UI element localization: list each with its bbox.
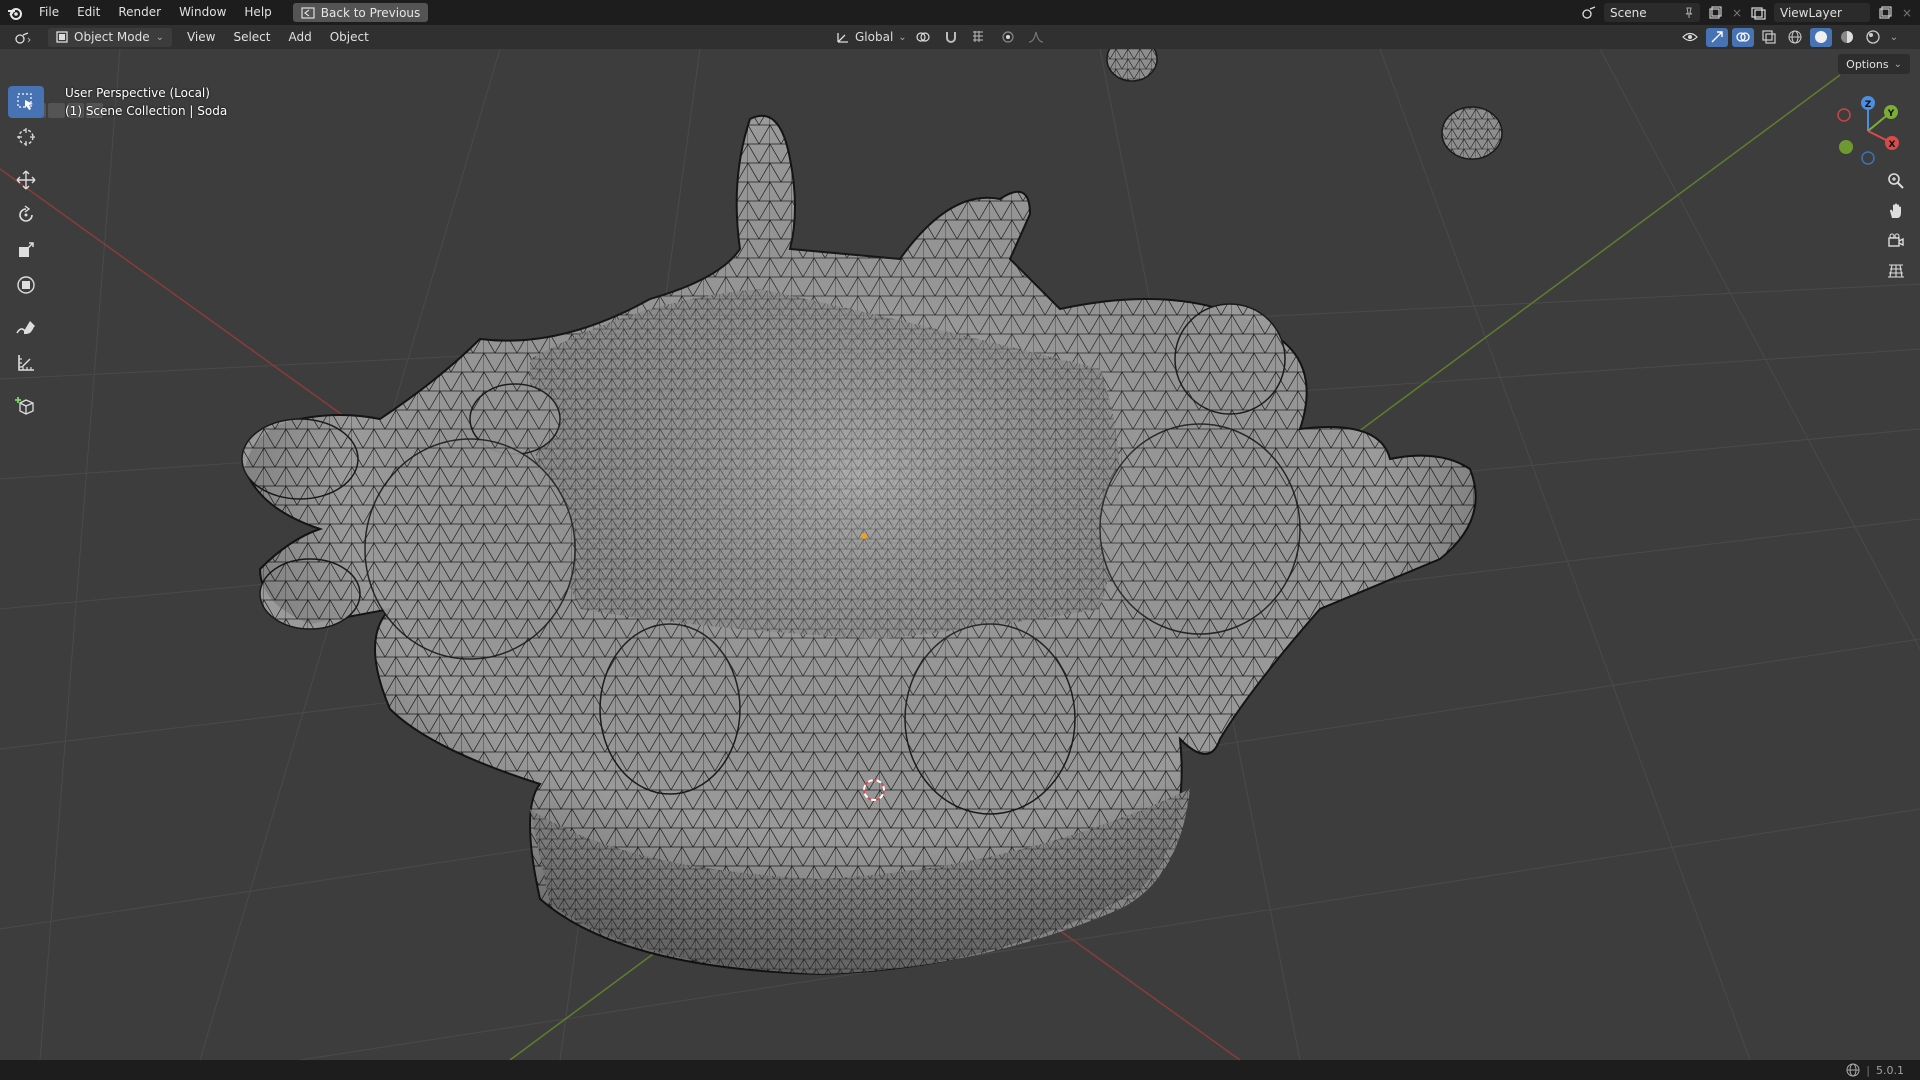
add-cube-icon <box>15 397 34 415</box>
header-menu-view[interactable]: View <box>178 30 224 44</box>
xray-toggle-icon[interactable] <box>1758 28 1780 47</box>
move-icon <box>16 170 36 190</box>
status-separator: | <box>1866 1063 1870 1077</box>
network-globe-icon <box>1846 1063 1860 1077</box>
cursor-tool[interactable] <box>8 121 44 153</box>
navigation-gizmo[interactable]: Z Y X <box>1828 91 1908 171</box>
object-origin-marker <box>861 533 867 539</box>
scale-tool[interactable] <box>8 234 44 266</box>
menu-help[interactable]: Help <box>235 0 280 25</box>
transform-tool[interactable] <box>8 269 44 301</box>
new-viewlayer-icon[interactable] <box>1874 3 1896 22</box>
gizmo-toggle-icon[interactable] <box>1706 27 1728 47</box>
solid-shading-icon[interactable] <box>1810 27 1832 47</box>
gizmo-y-label: Y <box>1887 109 1895 119</box>
top-right-controls: Scene × ViewLayer × <box>1578 0 1920 25</box>
cursor-icon <box>17 128 35 146</box>
pivot-point-icon[interactable] <box>913 28 935 47</box>
scene-name: Scene <box>1610 5 1647 20</box>
annotate-tool[interactable] <box>8 312 44 344</box>
back-icon <box>301 6 315 19</box>
annotate-icon <box>16 321 35 334</box>
overlays-toggle-icon[interactable] <box>1732 27 1754 47</box>
object-mode-label: Object Mode <box>74 30 150 44</box>
scene-field[interactable]: Scene <box>1604 3 1700 22</box>
menu-render[interactable]: Render <box>109 0 170 25</box>
options-label: Options <box>1846 57 1889 71</box>
floating-blob <box>1441 106 1503 160</box>
measure-icon <box>18 355 34 371</box>
options-dropdown[interactable]: Options ⌄ <box>1838 54 1910 74</box>
rotate-icon <box>19 205 33 222</box>
move-tool[interactable] <box>8 164 44 196</box>
measure-tool[interactable] <box>8 347 44 379</box>
viewlayer-name: ViewLayer <box>1780 5 1842 20</box>
editor-type-icon[interactable] <box>12 28 34 47</box>
chevron-down-icon[interactable]: ⌄ <box>1888 28 1900 47</box>
header-menu-select[interactable]: Select <box>224 30 279 44</box>
pan-hand-icon[interactable] <box>1882 198 1910 224</box>
back-to-previous-label: Back to Previous <box>320 5 421 20</box>
top-bar: File Edit Render Window Help Back to Pre… <box>0 0 1920 25</box>
proportional-editing-icon[interactable] <box>997 28 1019 47</box>
blender-logo-icon[interactable] <box>0 0 30 25</box>
menu-edit[interactable]: Edit <box>68 0 109 25</box>
material-shading-icon[interactable] <box>1836 28 1858 47</box>
menu-file[interactable]: File <box>30 0 68 25</box>
delete-viewlayer-icon[interactable]: × <box>1900 3 1914 22</box>
header-menu-add[interactable]: Add <box>280 30 321 44</box>
viewport-shading-controls: ⌄ <box>1680 25 1900 49</box>
zoom-icon[interactable] <box>1882 168 1910 194</box>
status-bar: | 5.0.1 <box>0 1060 1920 1080</box>
version-label: 5.0.1 <box>1876 1063 1904 1077</box>
gizmo-z-label: Z <box>1865 100 1872 110</box>
snap-icon[interactable] <box>941 28 963 47</box>
tool-shelf <box>8 86 46 425</box>
perspective-toggle-icon[interactable] <box>1882 258 1910 284</box>
delete-scene-icon[interactable]: × <box>1730 3 1744 22</box>
wireframe-shading-icon[interactable] <box>1784 28 1806 47</box>
gizmo-x-label: X <box>1889 140 1896 150</box>
select-subtract-mode-button[interactable] <box>48 103 65 118</box>
rendered-shading-icon[interactable] <box>1862 28 1884 47</box>
viewport-header: Object Mode ⌄ View Select Add Object Glo… <box>0 25 1920 49</box>
collection-label: (1) Scene Collection | Soda <box>65 104 228 118</box>
chevron-down-icon: ⌄ <box>155 31 164 43</box>
scene-browse-icon[interactable] <box>1578 3 1600 22</box>
chevron-down-icon: ⌄ <box>898 31 907 43</box>
viewport-scene[interactable] <box>0 49 1920 1060</box>
viewlayer-field[interactable]: ViewLayer <box>1774 3 1870 22</box>
orientation-icon <box>837 33 848 43</box>
orientation-dropdown[interactable]: Global ⌄ <box>836 30 907 44</box>
new-scene-icon[interactable] <box>1704 3 1726 22</box>
chevron-down-icon: ⌄ <box>1893 58 1902 70</box>
menu-window[interactable]: Window <box>170 0 235 25</box>
viewlayer-browse-icon[interactable] <box>1748 3 1770 22</box>
rotate-tool[interactable] <box>8 199 44 231</box>
snap-target-icon[interactable] <box>969 28 991 47</box>
back-to-previous-button[interactable]: Back to Previous <box>292 3 429 22</box>
object-mode-icon <box>56 31 68 43</box>
camera-view-icon[interactable] <box>1882 228 1910 254</box>
visibility-icon[interactable] <box>1680 28 1702 47</box>
falloff-icon[interactable] <box>1025 28 1047 47</box>
floating-blob <box>1106 49 1158 82</box>
3d-viewport[interactable]: User Perspective (Local) (1) Scene Colle… <box>0 49 1920 1060</box>
perspective-label: User Perspective (Local) <box>65 86 210 100</box>
select-box-icon <box>17 93 33 110</box>
add-cube-tool[interactable] <box>8 390 44 422</box>
transform-controls: Global ⌄ <box>836 25 1047 49</box>
scale-icon <box>19 242 34 257</box>
header-menu-object[interactable]: Object <box>321 30 378 44</box>
object-mode-dropdown[interactable]: Object Mode ⌄ <box>48 27 172 47</box>
transform-icon <box>17 276 35 294</box>
select-box-tool[interactable] <box>8 86 44 118</box>
viewport-info: User Perspective (Local) (1) Scene Colle… <box>65 84 227 120</box>
viewport-navigation-buttons <box>1882 168 1910 284</box>
soda-mesh-object <box>241 114 1477 976</box>
pin-icon[interactable] <box>1684 7 1694 19</box>
orientation-label: Global <box>855 30 894 44</box>
